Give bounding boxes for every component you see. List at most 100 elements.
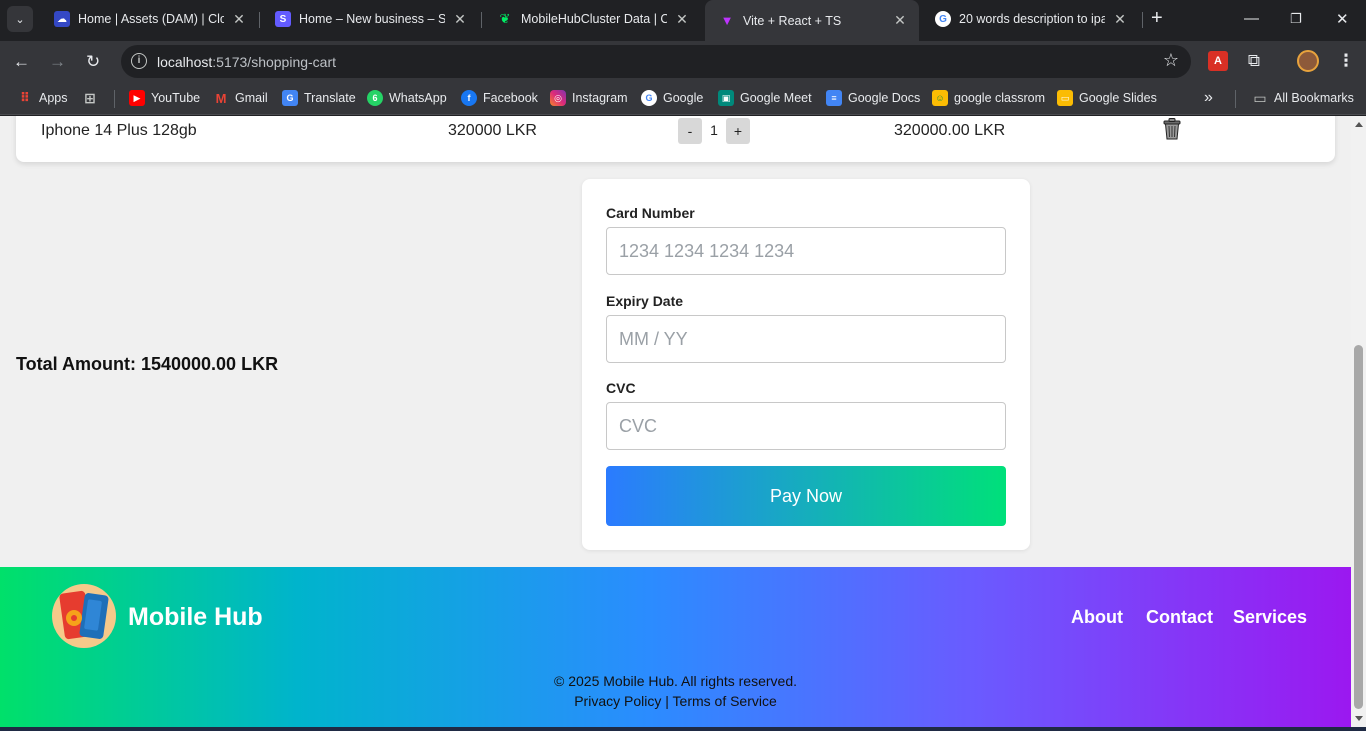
terms-of-service-link[interactable]: Terms of Service xyxy=(673,693,777,709)
footer-link-about[interactable]: About xyxy=(1071,607,1123,628)
classroom-icon: ☺ xyxy=(932,90,948,106)
card-number-label: Card Number xyxy=(606,205,695,221)
tab-title: 20 words description to ipad xyxy=(959,12,1105,26)
legal-links: Privacy Policy | Terms of Service xyxy=(0,693,1351,709)
cart-table: Iphone 14 Plus 128gb 320000 LKR - 1 + 32… xyxy=(16,116,1335,162)
footer-brand[interactable]: Mobile Hub xyxy=(128,603,263,632)
bookmarks-bar: ⠿ Apps ⊞ ▶ YouTube M Gmail G Translate 6… xyxy=(0,83,1366,115)
browser-toolbar: ← → ↻ i localhost:5173/shopping-cart ☆ A… xyxy=(0,41,1366,83)
restore-icon[interactable]: ❐ xyxy=(1290,11,1302,27)
product-subtotal: 320000.00 LKR xyxy=(894,122,1006,139)
tab-strip: ⌄ ☁ Home | Assets (DAM) | Cloudinary ✕ S… xyxy=(0,0,1366,41)
youtube-icon: ▶ xyxy=(129,90,145,106)
cart-row: Iphone 14 Plus 128gb 320000 LKR - 1 + 32… xyxy=(16,116,1335,146)
bookmark-google-meet[interactable]: ▣ Google Meet xyxy=(718,90,812,106)
gmail-icon: M xyxy=(215,90,227,106)
bookmark-gmail[interactable]: M Gmail xyxy=(213,90,268,106)
pdf-extension-icon[interactable]: A xyxy=(1208,51,1228,71)
window-bottom-edge xyxy=(0,727,1366,731)
scroll-down-arrow-icon[interactable] xyxy=(1355,716,1363,721)
bookmark-label: Google Slides xyxy=(1079,91,1157,105)
product-name: Iphone 14 Plus 128gb xyxy=(41,122,197,139)
trash-icon[interactable] xyxy=(1163,118,1181,140)
bookmark-facebook[interactable]: f Facebook xyxy=(461,90,538,106)
expiry-date-input[interactable] xyxy=(606,315,1006,363)
tab-divider xyxy=(1142,12,1143,28)
bookmark-google-slides[interactable]: ▭ Google Slides xyxy=(1057,90,1157,106)
tab-stripe[interactable]: S Home – New business – Stripe ✕ xyxy=(261,0,479,38)
site-info-icon[interactable]: i xyxy=(131,53,147,69)
footer-link-services[interactable]: Services xyxy=(1233,607,1307,628)
more-bookmarks-chevron-icon[interactable]: » xyxy=(1204,89,1213,107)
new-tab-plus-icon[interactable]: + xyxy=(1151,8,1163,28)
card-number-input[interactable] xyxy=(606,227,1006,275)
bookmark-label: Apps xyxy=(39,91,68,105)
meet-icon: ▣ xyxy=(718,90,734,106)
mobile-hub-logo-icon[interactable] xyxy=(52,584,116,648)
minimize-icon[interactable]: — xyxy=(1244,10,1259,27)
bookmark-label: google classrom xyxy=(954,91,1046,105)
tab-title: Home | Assets (DAM) | Cloudinary xyxy=(78,12,224,26)
tab-vite-react[interactable]: ▼ Vite + React + TS ✕ xyxy=(705,0,919,41)
cvc-input[interactable] xyxy=(606,402,1006,450)
tab-cloudinary[interactable]: ☁ Home | Assets (DAM) | Cloudinary ✕ xyxy=(40,0,258,38)
quantity-value: 1 xyxy=(710,122,718,138)
bookmark-divider xyxy=(1235,90,1236,108)
footer-link-contact[interactable]: Contact xyxy=(1146,607,1213,628)
bookmark-label: Google Meet xyxy=(740,91,812,105)
google-favicon-icon: G xyxy=(935,11,951,27)
window-close-icon[interactable]: ✕ xyxy=(1336,10,1349,28)
tab-close-icon[interactable]: ✕ xyxy=(891,12,909,29)
tab-mongodb[interactable]: ❦ MobileHubCluster Data | Cloud ✕ xyxy=(483,0,701,38)
bookmark-label: YouTube xyxy=(151,91,201,105)
bookmark-apps[interactable]: ⠿ Apps xyxy=(17,90,68,106)
profile-avatar[interactable] xyxy=(1297,50,1319,72)
tab-close-icon[interactable]: ✕ xyxy=(451,11,469,28)
translate-icon: G xyxy=(282,90,298,106)
bookmark-grid[interactable]: ⊞ xyxy=(82,90,104,106)
reload-icon[interactable]: ↻ xyxy=(86,52,100,72)
tab-search-chevron-icon[interactable]: ⌄ xyxy=(7,6,33,32)
bookmark-google-docs[interactable]: ≡ Google Docs xyxy=(826,90,920,106)
bookmark-google-classroom[interactable]: ☺ google classrom xyxy=(932,90,1045,106)
all-bookmarks[interactable]: ▭ All Bookmarks xyxy=(1252,90,1354,106)
bookmark-google[interactable]: G Google xyxy=(641,90,703,106)
scrollbar-thumb[interactable] xyxy=(1354,345,1363,709)
tab-close-icon[interactable]: ✕ xyxy=(230,11,248,28)
increase-quantity-button[interactable]: + xyxy=(726,118,750,144)
bookmark-label: Google Docs xyxy=(848,91,921,105)
url-host: localhost xyxy=(157,54,213,70)
forward-arrow-icon[interactable]: → xyxy=(49,52,66,72)
bookmark-youtube[interactable]: ▶ YouTube xyxy=(129,90,200,106)
cloudinary-favicon-icon: ☁ xyxy=(54,11,70,27)
tab-google-search[interactable]: G 20 words description to ipad ✕ xyxy=(921,0,1139,38)
payment-form: Card Number Expiry Date CVC Pay Now xyxy=(582,179,1030,550)
bookmark-label: WhatsApp xyxy=(389,91,447,105)
tab-close-icon[interactable]: ✕ xyxy=(1111,11,1129,28)
tab-close-icon[interactable]: ✕ xyxy=(673,11,691,28)
legal-separator: | xyxy=(665,693,669,709)
page-scrollbar[interactable] xyxy=(1351,116,1366,727)
vite-favicon-icon: ▼ xyxy=(720,13,734,28)
back-arrow-icon[interactable]: ← xyxy=(13,52,30,72)
bookmark-translate[interactable]: G Translate xyxy=(282,90,356,106)
tab-divider xyxy=(481,12,482,28)
bookmark-instagram[interactable]: ◎ Instagram xyxy=(550,90,628,106)
pay-now-button[interactable]: Pay Now xyxy=(606,466,1006,526)
scroll-up-arrow-icon[interactable] xyxy=(1355,122,1363,127)
site-footer: Mobile Hub About Contact Services © 2025… xyxy=(0,567,1351,727)
bookmark-label: Google xyxy=(663,91,704,105)
mongodb-leaf-icon: ❦ xyxy=(499,11,511,26)
bookmark-whatsapp[interactable]: 6 WhatsApp xyxy=(367,90,447,106)
expiry-date-label: Expiry Date xyxy=(606,293,684,309)
address-bar[interactable]: i localhost:5173/shopping-cart ☆ xyxy=(121,45,1191,78)
browser-menu-icon[interactable]: ⋮ xyxy=(1336,51,1356,71)
tab-divider xyxy=(259,12,260,28)
url-text[interactable]: localhost:5173/shopping-cart xyxy=(157,54,336,70)
extensions-puzzle-icon[interactable]: ⧉ xyxy=(1244,51,1264,71)
privacy-policy-link[interactable]: Privacy Policy xyxy=(574,693,661,709)
google-icon: G xyxy=(641,90,657,106)
decrease-quantity-button[interactable]: - xyxy=(678,118,702,144)
tab-title: Home – New business – Stripe xyxy=(299,12,445,26)
bookmark-star-icon[interactable]: ☆ xyxy=(1163,50,1179,71)
